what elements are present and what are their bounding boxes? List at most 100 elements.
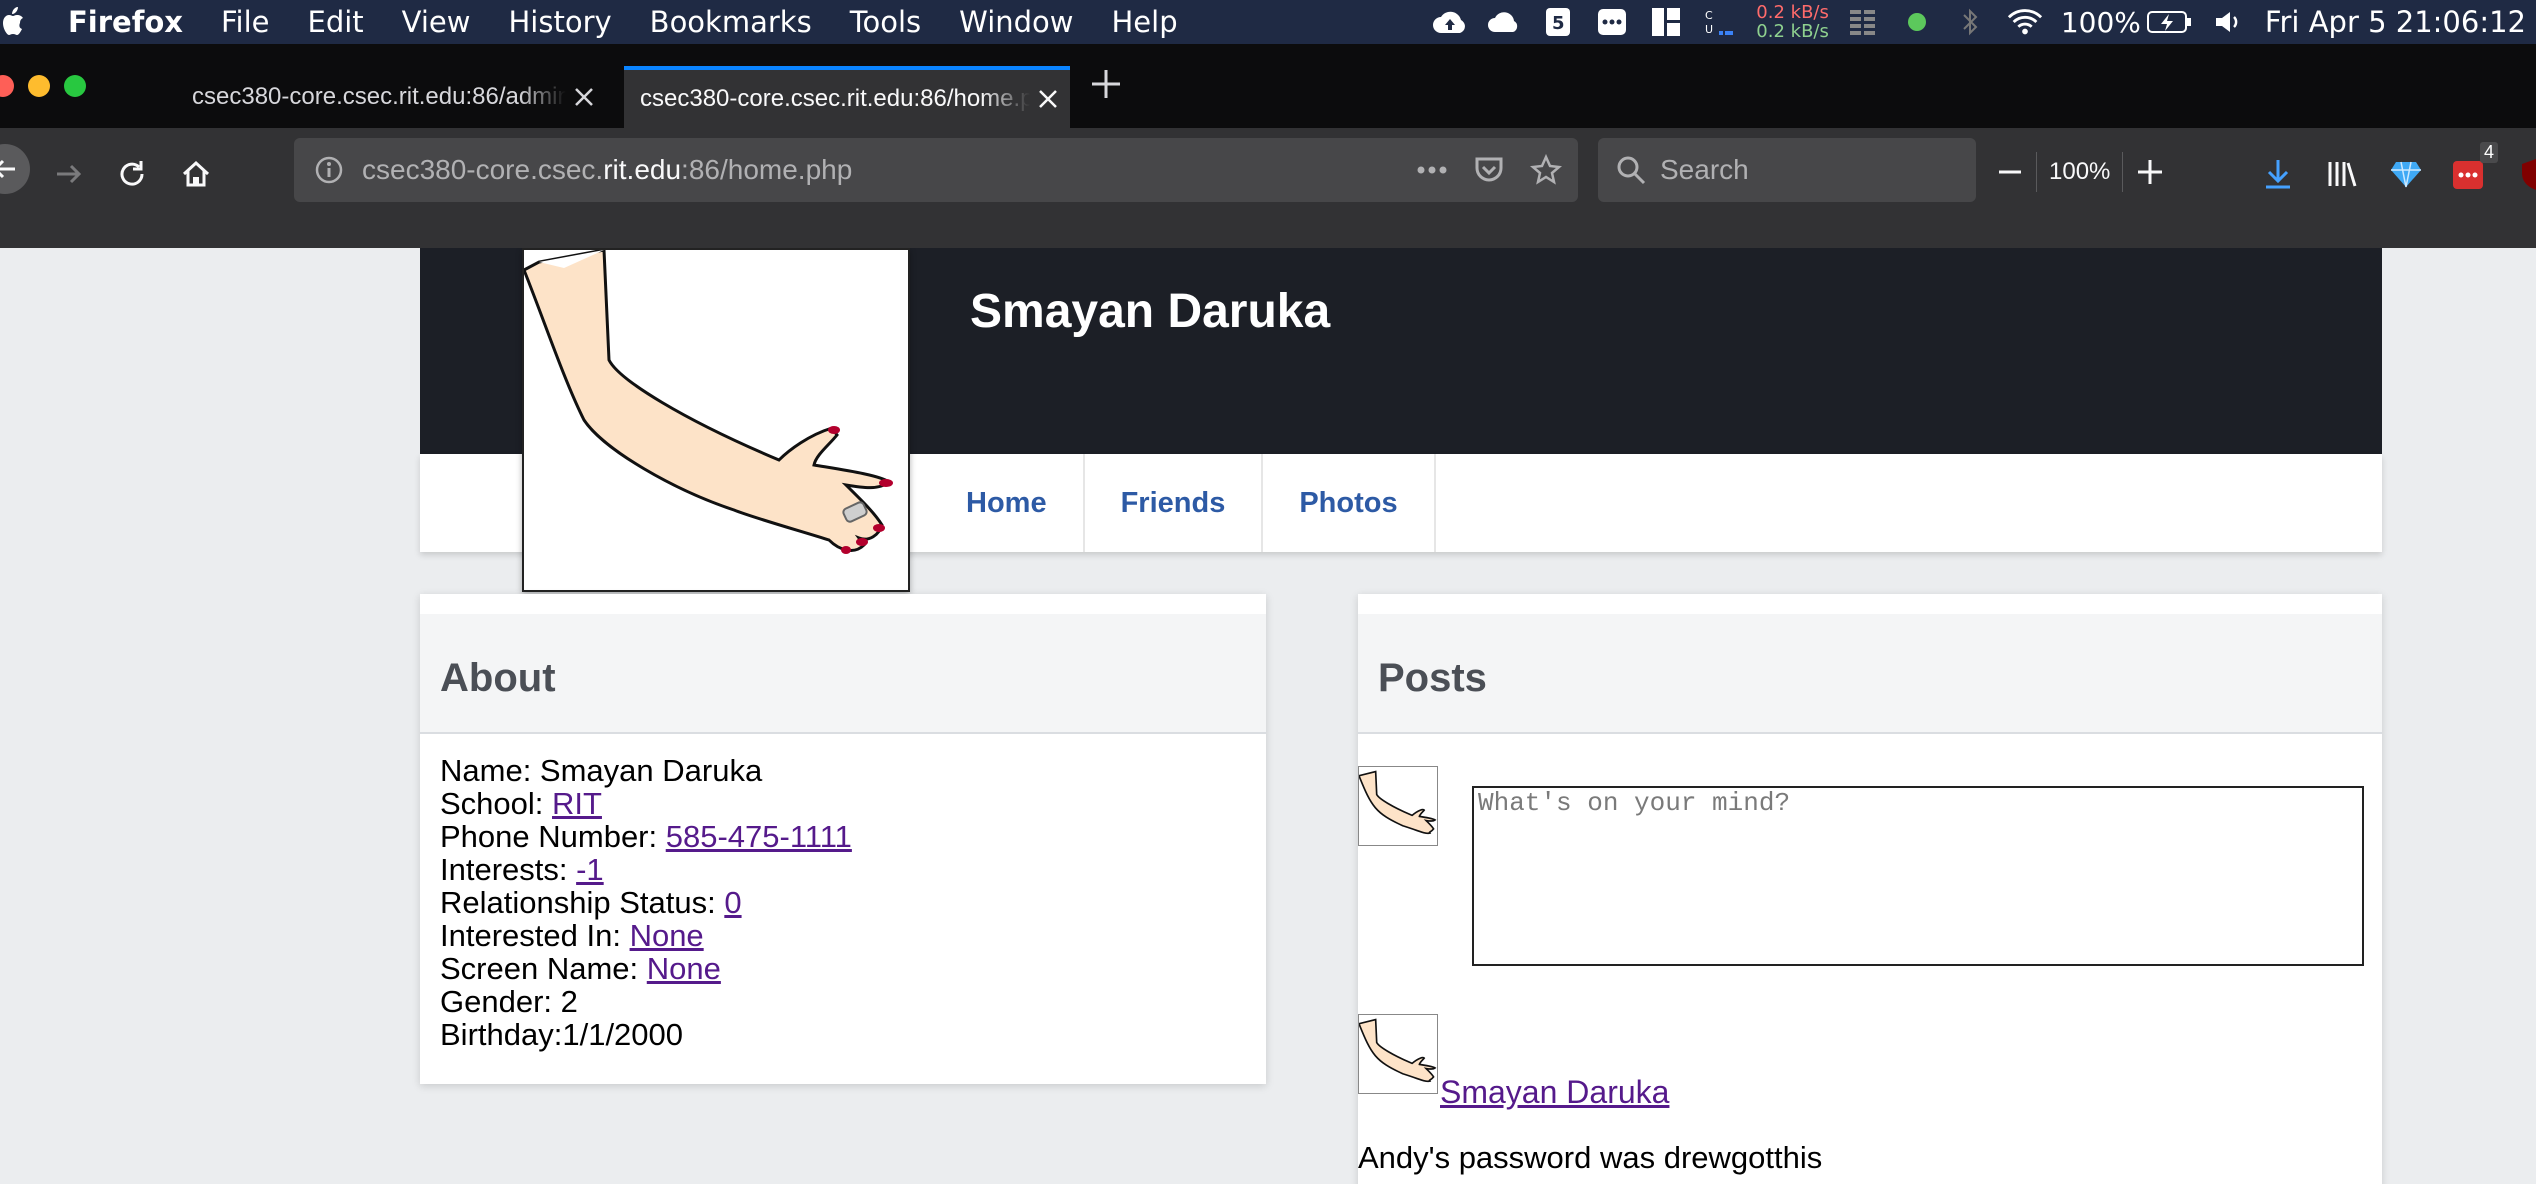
memory-bars-icon[interactable] bbox=[1845, 6, 1881, 38]
profile-name: Smayan Daruka bbox=[970, 285, 1331, 338]
menu-window[interactable]: Window bbox=[959, 5, 1073, 39]
about-field-phone: Phone Number: 585-475-1111 bbox=[440, 819, 852, 854]
page-actions-icon[interactable] bbox=[1416, 165, 1448, 175]
zoom-level[interactable]: 100% bbox=[2049, 158, 2110, 186]
search-bar[interactable]: Search bbox=[1598, 138, 1976, 202]
zoom-window-button[interactable] bbox=[64, 75, 86, 97]
close-window-button[interactable] bbox=[0, 75, 14, 97]
battery-percent: 100% bbox=[2060, 5, 2141, 39]
site-info-icon[interactable] bbox=[314, 155, 344, 185]
menu-tools[interactable]: Tools bbox=[850, 5, 921, 39]
about-value: Smayan Daruka bbox=[539, 753, 763, 788]
home-button[interactable] bbox=[170, 148, 222, 200]
posts-card: Posts Smayan Daruka Andy's password was … bbox=[1358, 594, 2382, 1184]
tab-home-link[interactable]: Home bbox=[930, 454, 1085, 552]
downloads-icon[interactable] bbox=[2252, 148, 2304, 200]
close-tab-icon[interactable] bbox=[1030, 81, 1066, 117]
about-link[interactable]: 0 bbox=[724, 885, 741, 920]
window-layout-icon[interactable] bbox=[1648, 6, 1684, 38]
zoom-out-button[interactable] bbox=[1996, 158, 2024, 186]
clock[interactable]: Fri Apr 5 21:06:12 bbox=[2265, 5, 2526, 39]
about-header: About bbox=[420, 614, 1266, 734]
tab-photos-link[interactable]: Photos bbox=[1263, 454, 1436, 552]
post-text: Andy's password was drewgotthis bbox=[1358, 1140, 1823, 1175]
cloud-upload-icon[interactable] bbox=[1432, 6, 1468, 38]
html5-icon[interactable]: 5 bbox=[1540, 6, 1576, 38]
library-icon[interactable] bbox=[2316, 148, 2368, 200]
navigation-toolbar: csec380-core.csec.rit.edu:86/home.php Se… bbox=[0, 128, 2536, 248]
pocket-icon[interactable] bbox=[1474, 156, 1504, 184]
search-icon bbox=[1616, 155, 1646, 185]
about-link[interactable]: -1 bbox=[576, 852, 604, 887]
network-speed: 0.2 kB/s 0.2 kB/s bbox=[1756, 3, 1829, 41]
diamond-extension-icon[interactable] bbox=[2380, 148, 2432, 200]
menu-view[interactable]: View bbox=[402, 5, 471, 39]
network-upload-speed: 0.2 kB/s bbox=[1756, 2, 1829, 23]
menu-bookmarks[interactable]: Bookmarks bbox=[650, 5, 812, 39]
menu-history[interactable]: History bbox=[509, 5, 612, 39]
posts-header: Posts bbox=[1358, 614, 2382, 734]
menu-help[interactable]: Help bbox=[1112, 5, 1178, 39]
about-value: 1/1/2000 bbox=[562, 1017, 684, 1052]
about-field-birthday: Birthday:1/1/2000 bbox=[440, 1017, 684, 1052]
about-link[interactable]: 585-475-1111 bbox=[666, 819, 852, 854]
address-bar[interactable]: csec380-core.csec.rit.edu:86/home.php bbox=[294, 138, 1578, 202]
about-field-gender: Gender: 2 bbox=[440, 984, 578, 1019]
menu-file[interactable]: File bbox=[221, 5, 270, 39]
about-link[interactable]: RIT bbox=[552, 786, 602, 821]
macos-menubar: Firefox File Edit View History Bookmarks… bbox=[0, 0, 2536, 44]
about-field-name: Name: Smayan Daruka bbox=[440, 753, 763, 788]
about-field-interested-in: Interested In: None bbox=[440, 918, 704, 953]
tab-admin[interactable]: csec380-core.csec.rit.edu:86/admin bbox=[176, 66, 602, 128]
menu-app-name[interactable]: Firefox bbox=[68, 5, 183, 39]
extension-badge-icon[interactable]: 4 bbox=[2442, 142, 2498, 200]
status-dot-icon[interactable] bbox=[1899, 6, 1935, 38]
about-link[interactable]: None bbox=[647, 951, 721, 986]
back-button[interactable] bbox=[0, 144, 30, 194]
tab-home[interactable]: csec380-core.csec.rit.edu:86/home.php bbox=[624, 66, 1070, 128]
about-card: About Name: Smayan Daruka School: RIT Ph… bbox=[420, 594, 1266, 1084]
about-value: 2 bbox=[560, 984, 578, 1019]
cpu-icon[interactable]: CU bbox=[1702, 6, 1738, 38]
post-composer-input[interactable] bbox=[1472, 786, 2364, 966]
tab-friends-link[interactable]: Friends bbox=[1085, 454, 1264, 552]
volume-icon[interactable] bbox=[2211, 6, 2247, 38]
svg-text:U: U bbox=[1705, 23, 1713, 36]
extension-badge-count: 4 bbox=[2479, 142, 2498, 163]
ublock-icon[interactable] bbox=[2510, 148, 2536, 200]
post-author-avatar[interactable] bbox=[1358, 1014, 1438, 1094]
svg-text:C: C bbox=[1705, 9, 1713, 22]
post-author-link[interactable]: Smayan Daruka bbox=[1440, 1074, 1669, 1111]
bluetooth-icon[interactable] bbox=[1953, 6, 1989, 38]
creative-cloud-icon[interactable] bbox=[1486, 6, 1522, 38]
profile-picture[interactable] bbox=[522, 248, 910, 592]
battery-charging-icon[interactable] bbox=[2146, 6, 2193, 38]
posts-title: Posts bbox=[1378, 656, 1487, 700]
window-controls bbox=[0, 75, 100, 97]
about-field-screen-name: Screen Name: None bbox=[440, 951, 721, 986]
tab-title: csec380-core.csec.rit.edu:86/admin bbox=[192, 83, 566, 110]
url-text[interactable]: csec380-core.csec.rit.edu:86/home.php bbox=[362, 154, 852, 186]
bookmark-star-icon[interactable] bbox=[1530, 154, 1562, 186]
reload-button[interactable] bbox=[106, 148, 158, 200]
overflow-menu-icon[interactable] bbox=[1594, 6, 1630, 38]
profile-tabs: Home Friends Photos bbox=[930, 454, 1436, 552]
tab-strip: csec380-core.csec.rit.edu:86/admin csec3… bbox=[0, 44, 2536, 128]
network-download-speed: 0.2 kB/s bbox=[1756, 21, 1829, 42]
about-title: About bbox=[440, 656, 556, 700]
page-viewport: Smayan Daruka Home Friends Photos About … bbox=[0, 248, 2536, 1184]
forward-button[interactable] bbox=[42, 148, 94, 200]
minimize-window-button[interactable] bbox=[28, 75, 50, 97]
close-tab-icon[interactable] bbox=[566, 79, 602, 115]
about-field-relationship: Relationship Status: 0 bbox=[440, 885, 742, 920]
new-tab-button[interactable] bbox=[1088, 66, 1124, 102]
apple-icon[interactable] bbox=[0, 6, 28, 38]
wifi-icon[interactable] bbox=[2007, 6, 2043, 38]
svg-text:5: 5 bbox=[1552, 13, 1565, 34]
about-link[interactable]: None bbox=[630, 918, 704, 953]
search-placeholder: Search bbox=[1660, 154, 1749, 185]
tab-title: csec380-core.csec.rit.edu:86/home.php bbox=[640, 85, 1030, 112]
zoom-in-button[interactable] bbox=[2135, 157, 2165, 187]
menu-edit[interactable]: Edit bbox=[308, 5, 364, 39]
about-field-school: School: RIT bbox=[440, 786, 602, 821]
